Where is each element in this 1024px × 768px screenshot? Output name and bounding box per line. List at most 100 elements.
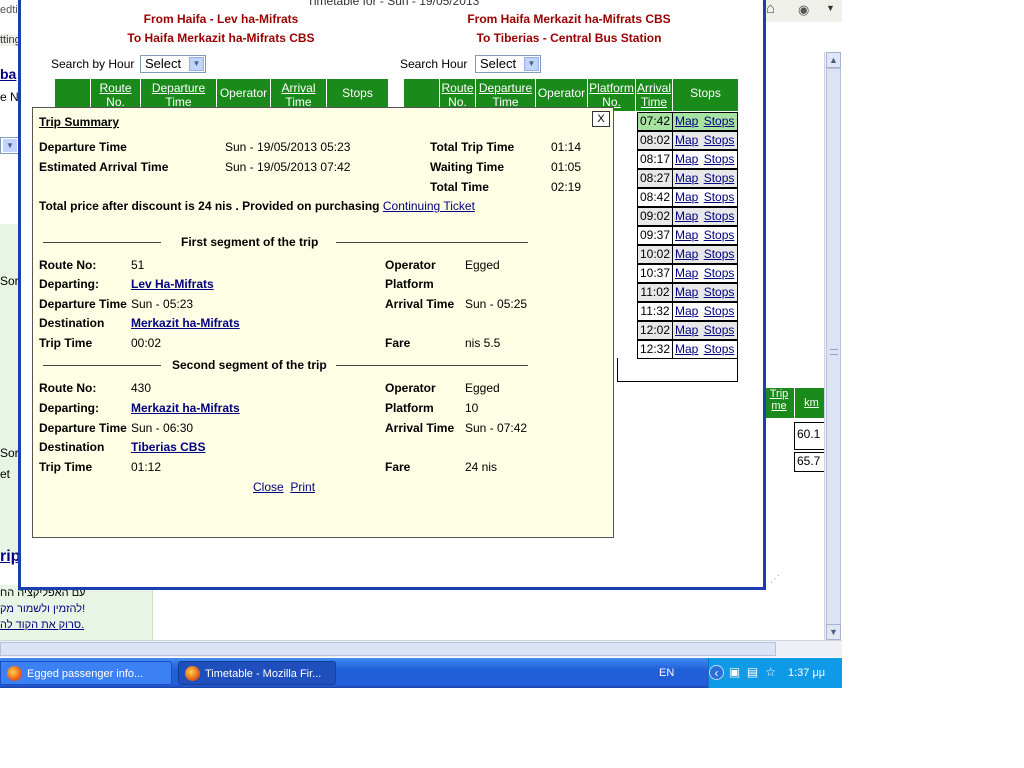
stops-link[interactable]: Stops [704, 342, 735, 356]
close-icon[interactable]: X [592, 111, 610, 127]
table-row[interactable]: 12:02 Map Stops [637, 321, 738, 340]
operator-label: Operator [385, 258, 436, 272]
vertical-scroll-thumb[interactable] [826, 68, 841, 638]
fare-value: 24 nis [465, 460, 498, 474]
stops-link[interactable]: Stops [704, 133, 735, 147]
table-row[interactable]: 11:32 Map Stops [637, 302, 738, 321]
price-info: Total price after discount is 24 nis . P… [39, 199, 475, 213]
map-link[interactable]: Map [675, 285, 698, 299]
firefox-icon [7, 666, 22, 681]
stops-link[interactable]: Stops [704, 323, 735, 337]
fare-label: Fare [385, 460, 411, 474]
close-link[interactable]: Close [253, 480, 284, 494]
chevron-down-icon[interactable]: ▼ [189, 57, 204, 71]
scroll-down-arrow-icon[interactable]: ▼ [826, 624, 841, 640]
map-link[interactable]: Map [675, 190, 698, 204]
right-header-arrival[interactable]: Arrival Time [636, 79, 673, 111]
map-link[interactable]: Map [675, 228, 698, 242]
table-row[interactable]: 10:37 Map Stops [637, 264, 738, 283]
table-row[interactable]: 08:02 Map Stops [637, 131, 738, 150]
table-row[interactable]: 10:02 Map Stops [637, 245, 738, 264]
continuing-ticket-link[interactable]: Continuing Ticket [383, 199, 475, 213]
table-row[interactable]: 07:42 Map Stops [637, 112, 738, 131]
operator-value: Egged [465, 258, 500, 272]
right-header-stops: Stops [690, 86, 721, 100]
hebrew-link[interactable]: סרוק את הקוד לה. [0, 619, 84, 631]
stops-link[interactable]: Stops [704, 266, 735, 280]
taskbar-item-timetable[interactable]: Timetable - Mozilla Fir... [178, 661, 336, 685]
vertical-scrollbar[interactable]: ▲ ▼ [824, 52, 841, 640]
map-link[interactable]: Map [675, 171, 698, 185]
left-hour-select[interactable]: Select ▼ [140, 55, 206, 73]
arrival-time: 08:02 [637, 131, 673, 150]
taskbar-item-label: Egged passenger info... [27, 668, 144, 680]
scroll-up-arrow-icon[interactable]: ▲ [826, 52, 841, 68]
bg-table-header[interactable]: Trip me [764, 388, 794, 418]
map-link[interactable]: Map [675, 266, 698, 280]
stops-link[interactable]: Stops [704, 247, 735, 261]
destination-label: Destination [39, 440, 105, 454]
firefox-icon [185, 666, 200, 681]
table-row[interactable]: 08:42 Map Stops [637, 188, 738, 207]
language-indicator[interactable]: EN [659, 658, 683, 688]
map-link[interactable]: Map [675, 342, 698, 356]
stops-link[interactable]: Stops [704, 114, 735, 128]
route-no-label: Route No: [39, 258, 97, 272]
star-icon[interactable]: ☆ [763, 665, 778, 680]
menu-dropdown-icon[interactable]: ▼ [826, 3, 835, 13]
table-row[interactable]: 09:37 Map Stops [637, 226, 738, 245]
chevron-down-icon[interactable]: ▼ [524, 57, 539, 71]
stops-link[interactable]: Stops [704, 209, 735, 223]
map-link[interactable]: Map [675, 133, 698, 147]
arrival-time: 11:02 [637, 283, 673, 302]
privacy-eye-icon[interactable]: ◉ [798, 2, 809, 18]
map-link[interactable]: Map [675, 247, 698, 261]
destination-station-link[interactable]: Tiberias CBS [131, 440, 205, 454]
print-link[interactable]: Print [290, 480, 315, 494]
stops-link[interactable]: Stops [704, 152, 735, 166]
network-icon[interactable]: ▣ [727, 665, 742, 680]
map-link[interactable]: Map [675, 323, 698, 337]
home-icon[interactable]: ⌂ [766, 0, 775, 17]
table-row[interactable]: 08:17 Map Stops [637, 150, 738, 169]
right-hour-select[interactable]: Select ▼ [475, 55, 541, 73]
table-row[interactable]: 11:02 Map Stops [637, 283, 738, 302]
map-link[interactable]: Map [675, 152, 698, 166]
map-link[interactable]: Map [675, 114, 698, 128]
stops-link[interactable]: Stops [704, 285, 735, 299]
arrival-time: 08:27 [637, 169, 673, 188]
resize-grip-icon[interactable]: ⋰ [770, 574, 782, 586]
trip-summary-dialog: Trip Summary X Departure Time Sun - 19/0… [32, 107, 614, 538]
popup-title: Timetable for - Sun - 19/05/2013 [307, 0, 480, 8]
stops-link[interactable]: Stops [704, 228, 735, 242]
table-row[interactable]: 09:02 Map Stops [637, 207, 738, 226]
stops-link[interactable]: Stops [704, 190, 735, 204]
segment-arrival-label: Arrival Time [385, 421, 455, 435]
map-link[interactable]: Map [675, 209, 698, 223]
bg-select-fragment[interactable]: ▼ [0, 137, 20, 154]
estimated-arrival-label: Estimated Arrival Time [39, 160, 169, 174]
table-row[interactable]: 12:32 Map Stops [637, 340, 738, 359]
left-search-label: Search by Hour [51, 57, 135, 71]
bg-fragment[interactable]: ba [0, 66, 16, 82]
tray-expand-icon[interactable]: ‹ [709, 665, 724, 680]
trip-time-value: 00:02 [131, 336, 162, 350]
dialog-title: Trip Summary [39, 115, 120, 129]
total-trip-time-label: Total Trip Time [430, 140, 515, 154]
departing-station-link[interactable]: Merkazit ha-Mifrats [131, 401, 240, 415]
taskbar-item-egged[interactable]: Egged passenger info... [0, 661, 172, 685]
table-row[interactable]: 08:27 Map Stops [637, 169, 738, 188]
stops-link[interactable]: Stops [704, 304, 735, 318]
horizontal-scrollbar[interactable] [0, 640, 842, 657]
arrival-time: 08:42 [637, 188, 673, 207]
horizontal-scroll-thumb[interactable] [0, 642, 776, 656]
waiting-time-value: 01:05 [551, 160, 582, 174]
arrival-time: 10:02 [637, 245, 673, 264]
segment-divider [43, 365, 161, 366]
destination-station-link[interactable]: Merkazit ha-Mifrats [131, 316, 240, 330]
stops-link[interactable]: Stops [704, 171, 735, 185]
departing-station-link[interactable]: Lev Ha-Mifrats [131, 277, 214, 291]
left-route-to: To Haifa Merkazit ha-Mifrats CBS [127, 31, 315, 45]
map-link[interactable]: Map [675, 304, 698, 318]
display-icon[interactable]: ▤ [745, 665, 760, 680]
